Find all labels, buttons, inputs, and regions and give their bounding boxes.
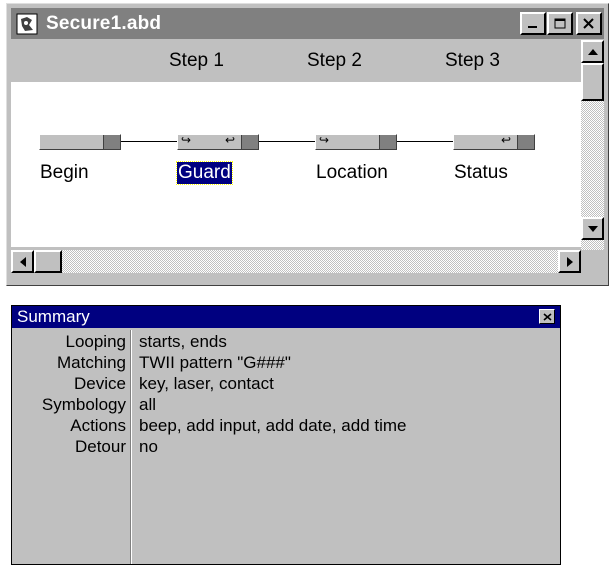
summary-label: Device [74,374,126,393]
scroll-right-button[interactable] [558,250,581,273]
arrow-up-icon [587,48,598,55]
summary-value: TWII pattern "G###" [139,353,291,372]
step-in-icon: ↪ [319,133,330,147]
maximize-icon [554,18,566,29]
step-node-status[interactable]: ↩ [453,133,535,150]
connector-line [121,141,177,142]
close-button[interactable] [576,12,602,35]
step-node-begin[interactable] [39,134,121,150]
summary-label: Detour [74,437,126,456]
summary-value: no [139,437,158,456]
step-label-guard[interactable]: Guard [176,161,233,185]
arrow-down-icon [587,225,598,232]
vertical-scrollbar[interactable] [581,40,604,250]
step-label-begin[interactable]: Begin [39,162,90,184]
summary-row: Matching TWII pattern "G###" [12,352,560,373]
scrollbar-corner [581,250,604,273]
step-return-icon: ↩ [225,133,236,147]
summary-label: Actions [70,416,126,435]
horizontal-scroll-thumb[interactable] [34,250,62,273]
summary-label: Matching [57,353,126,372]
step-in-icon: ↪ [181,133,192,147]
column-step-1: Step 1 [169,50,224,71]
scroll-down-button[interactable] [581,217,604,240]
window-titlebar[interactable]: Secure1.abd [11,8,604,39]
step-label-status[interactable]: Status [453,162,509,184]
summary-value: key, laser, contact [139,374,274,393]
minimize-button[interactable] [520,12,546,35]
horizontal-scrollbar[interactable] [11,250,581,273]
connector-line [259,141,315,142]
summary-close-button[interactable] [539,309,555,324]
summary-value: beep, add input, add date, add time [139,416,407,435]
summary-row: Symbology all [12,394,560,415]
summary-row: Detour no [12,436,560,457]
close-icon [542,312,552,321]
document-window: Secure1.abd Step 1 Step 2 Step 3 ↪ ↩ ↪ ↩… [6,3,609,286]
summary-row: Device key, laser, contact [12,373,560,394]
summary-label: Symbology [41,395,126,414]
step-column-header: Step 1 Step 2 Step 3 [11,40,581,80]
column-step-2: Step 2 [307,50,362,71]
summary-panel: Summary Looping starts, ends Matching TW… [11,305,561,565]
minimize-icon [528,25,537,28]
close-icon [583,18,594,29]
connector-line [397,141,453,142]
flow-canvas[interactable]: ↪ ↩ ↪ ↩ Begin Guard Location Status [11,82,581,247]
scroll-left-button[interactable] [11,250,34,273]
summary-row: Looping starts, ends [12,331,560,352]
vertical-scroll-thumb[interactable] [581,63,604,101]
column-step-3: Step 3 [445,50,500,71]
summary-label: Looping [65,332,126,351]
step-node-guard[interactable]: ↪ ↩ [177,133,259,150]
summary-titlebar[interactable]: Summary [12,306,560,328]
arrow-right-icon [566,256,573,267]
step-label-location[interactable]: Location [315,162,389,184]
summary-row: Actions beep, add input, add date, add t… [12,415,560,436]
step-return-icon: ↩ [501,133,512,147]
summary-value: all [139,395,157,414]
maximize-button[interactable] [547,12,573,35]
window-title: Secure1.abd [46,12,162,34]
app-icon[interactable] [14,11,40,37]
scroll-up-button[interactable] [581,40,604,63]
arrow-left-icon [19,256,26,267]
step-node-location[interactable]: ↪ [315,133,397,150]
summary-title: Summary [17,307,90,326]
summary-value: starts, ends [139,332,227,351]
